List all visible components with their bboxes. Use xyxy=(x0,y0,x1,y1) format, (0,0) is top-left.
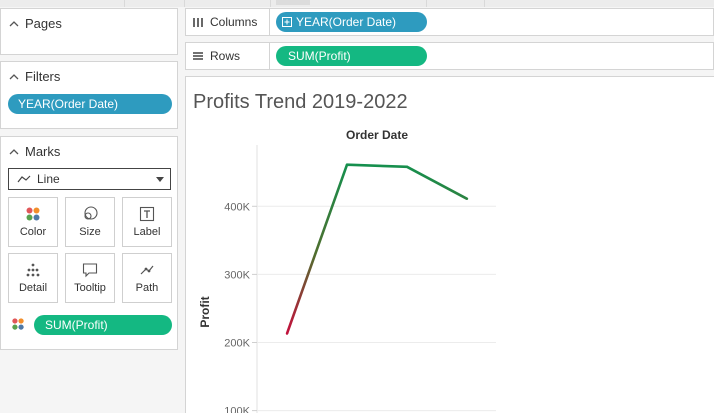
marks-color-field-pill[interactable]: SUM(Profit) xyxy=(34,315,172,335)
marks-label-button[interactable]: Label xyxy=(122,197,172,247)
data-point[interactable] xyxy=(465,197,469,200)
y-tick-label: 300K xyxy=(224,269,250,281)
data-point[interactable] xyxy=(345,163,349,166)
y-tick-label: 100K xyxy=(224,406,250,413)
columns-shelf-label: Columns xyxy=(186,9,270,35)
y-axis-title: Profit xyxy=(198,296,212,327)
column-header-order-date: Order Date xyxy=(346,128,408,142)
rows-pill-sum-profit[interactable]: SUM(Profit) xyxy=(276,46,427,66)
columns-label-text: Columns xyxy=(210,15,258,29)
marks-tooltip-label: Tooltip xyxy=(74,282,106,294)
pages-card-title: Pages xyxy=(25,16,62,31)
marks-detail-label: Detail xyxy=(18,282,48,294)
marks-path-button[interactable]: Path xyxy=(122,253,172,303)
color-icon xyxy=(25,206,41,222)
columns-shelf: Columns YEAR(Order Date) xyxy=(185,8,714,36)
chevron-down-icon xyxy=(156,177,164,182)
path-icon xyxy=(139,262,155,278)
columns-pill-text: YEAR(Order Date) xyxy=(296,15,397,29)
chevron-up-icon[interactable] xyxy=(9,19,19,29)
marks-size-label: Size xyxy=(79,226,101,238)
marks-card: Marks Line Color Size Label Detail Toolt… xyxy=(0,136,178,350)
rows-shelf-label: Rows xyxy=(186,43,270,69)
marks-color-label: Color xyxy=(19,226,47,238)
pages-card-header[interactable]: Pages xyxy=(9,16,62,31)
marks-detail-button[interactable]: Detail xyxy=(8,253,58,303)
filters-card-title: Filters xyxy=(25,69,61,84)
worksheet-view: Profits Trend 2019-2022 Order Date Profi… xyxy=(185,76,714,413)
line-mark-icon xyxy=(17,175,31,183)
marks-tooltip-button[interactable]: Tooltip xyxy=(65,253,115,303)
y-tick-label: 200K xyxy=(224,337,250,349)
columns-icon xyxy=(193,18,203,27)
expand-plus-icon[interactable] xyxy=(282,17,292,27)
size-icon xyxy=(82,206,98,222)
detail-icon xyxy=(25,262,41,278)
mark-type-dropdown[interactable]: Line xyxy=(8,168,171,190)
tooltip-icon xyxy=(82,262,98,278)
rows-label-text: Rows xyxy=(210,49,241,63)
marks-card-title: Marks xyxy=(25,144,61,159)
rows-shelf: Rows SUM(Profit) xyxy=(185,42,714,70)
chevron-up-icon[interactable] xyxy=(9,72,19,82)
columns-pill-year-order-date[interactable]: YEAR(Order Date) xyxy=(276,12,427,32)
data-point[interactable] xyxy=(285,332,289,335)
marks-card-header[interactable]: Marks xyxy=(9,144,60,159)
mark-type-value: Line xyxy=(37,172,60,186)
rows-icon xyxy=(193,52,203,60)
marks-label-label: Label xyxy=(133,226,161,238)
filters-card-header[interactable]: Filters xyxy=(9,69,60,84)
filters-card: Filters YEAR(Order Date) xyxy=(0,61,178,129)
color-encoding-icon xyxy=(11,317,25,331)
label-icon xyxy=(139,206,155,222)
marks-color-button[interactable]: Color xyxy=(8,197,58,247)
filter-pill-year-order-date[interactable]: YEAR(Order Date) xyxy=(8,94,172,114)
pages-card: Pages xyxy=(0,8,178,55)
profit-line-chart: Order Date Profit 100K 200K 300K 400K xyxy=(198,128,496,413)
profit-series-line[interactable] xyxy=(285,163,468,335)
top-toolbar-strip xyxy=(0,0,714,7)
marks-path-label: Path xyxy=(135,282,159,294)
data-point[interactable] xyxy=(405,165,409,168)
chevron-up-icon[interactable] xyxy=(9,147,19,157)
y-tick-label: 400K xyxy=(224,201,250,213)
marks-size-button[interactable]: Size xyxy=(65,197,115,247)
